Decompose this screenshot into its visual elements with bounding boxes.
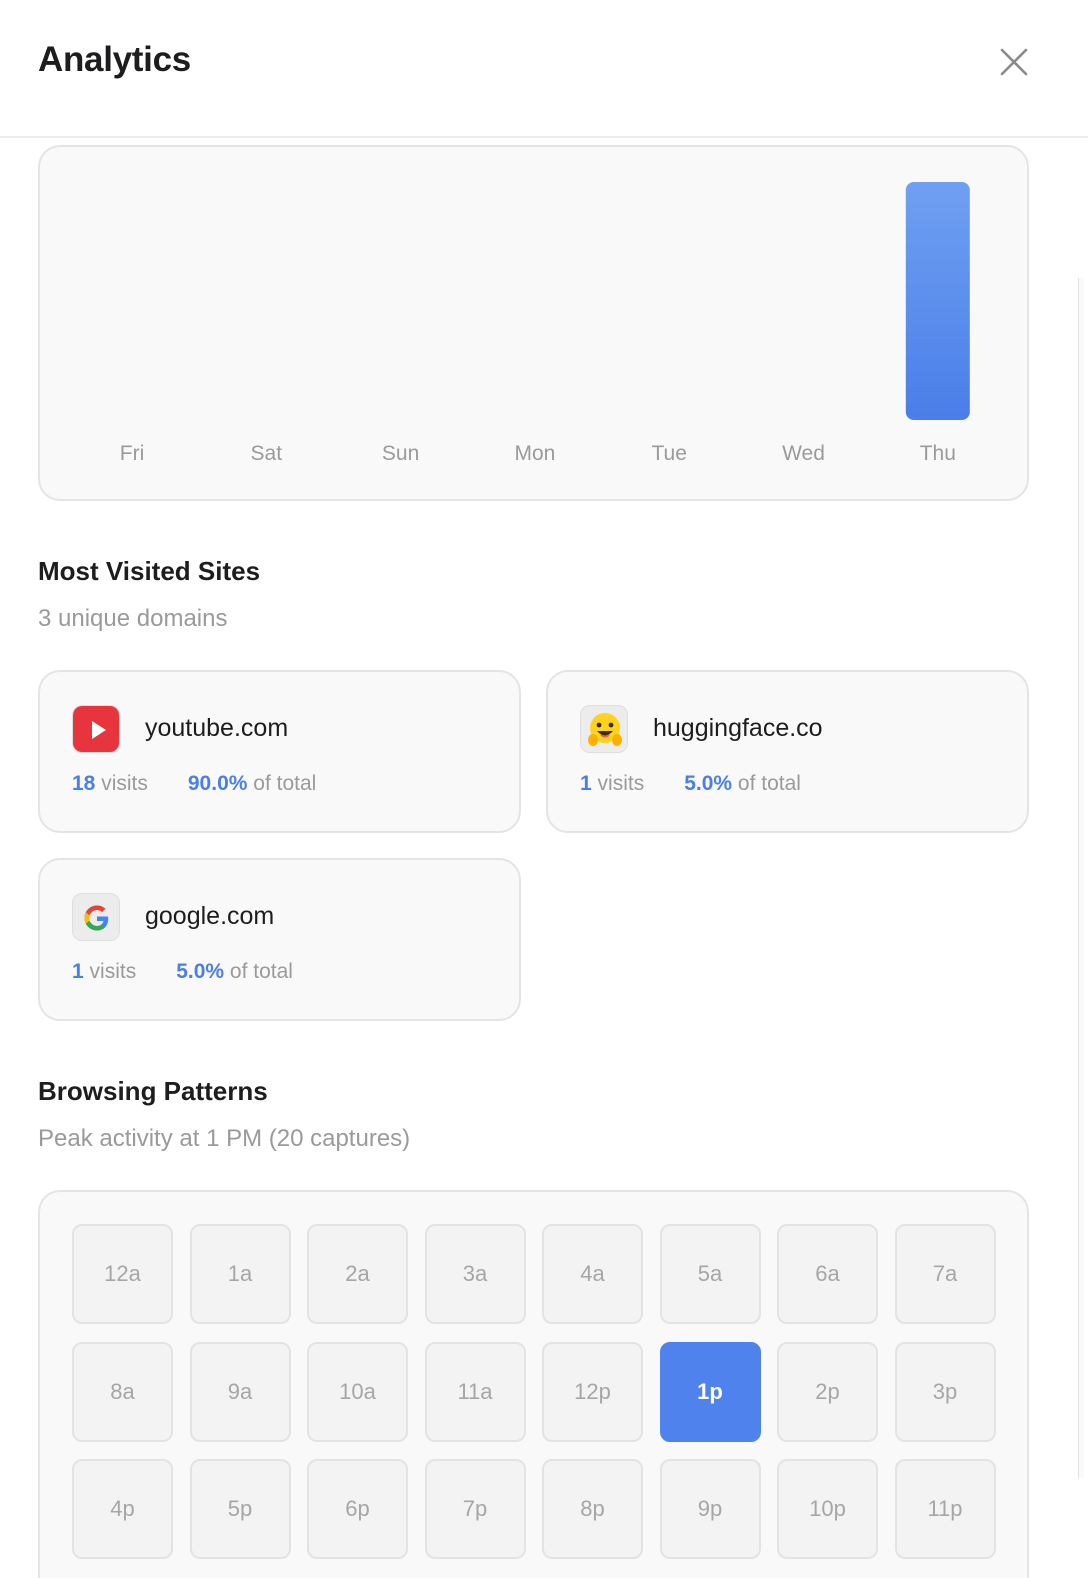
- site-card-huggingface[interactable]: huggingface.co 1 visits 5.0% of total: [546, 670, 1029, 833]
- hour-cell-5p[interactable]: 5p: [189, 1459, 291, 1559]
- hourly-activity-grid: 12a 1a 2a 3a 4a 5a 6a 7a 8a 9a 10a 11a 12p 1p 2p 3p 4p 5p…: [38, 1190, 1029, 1578]
- hour-cell-10p[interactable]: 10p: [777, 1459, 878, 1559]
- page-title: Analytics: [38, 40, 191, 79]
- visits-label: visits: [597, 772, 645, 795]
- hour-cell-2p[interactable]: 2p: [777, 1341, 878, 1442]
- hour-cell-4a[interactable]: 4a: [542, 1224, 643, 1324]
- chart-label-thu: Thu: [920, 442, 956, 465]
- most-visited-subtitle: 3 unique domains: [38, 605, 228, 632]
- hour-cell-3p[interactable]: 3p: [894, 1341, 996, 1442]
- hour-cell-12a[interactable]: 12a: [72, 1224, 173, 1324]
- hour-cell-7a[interactable]: 7a: [894, 1224, 996, 1324]
- visits-label: visits: [89, 960, 137, 983]
- hour-cell-3a[interactable]: 3a: [424, 1224, 526, 1324]
- hour-cell-10a[interactable]: 10a: [307, 1341, 408, 1442]
- site-card-google[interactable]: google.com 1 visits 5.0% of total: [38, 858, 521, 1021]
- site-card-youtube[interactable]: youtube.com 18 visits 90.0% of total: [38, 670, 521, 833]
- browsing-patterns-title: Browsing Patterns: [38, 1076, 268, 1106]
- hour-cell-6a[interactable]: 6a: [777, 1224, 878, 1324]
- visit-percent: 5.0%: [176, 960, 225, 983]
- chart-label-sat: Sat: [251, 442, 283, 465]
- visit-count: 18: [72, 772, 96, 795]
- most-visited-title: Most Visited Sites: [38, 556, 261, 586]
- visit-percent: 90.0%: [187, 772, 248, 795]
- chart-bar-thu: [905, 182, 970, 420]
- visit-percent: 5.0%: [684, 772, 733, 795]
- site-stats: 1 visits 5.0% of total: [580, 772, 801, 796]
- hour-cell-1p[interactable]: 1p: [659, 1341, 761, 1442]
- hour-cell-5a[interactable]: 5a: [659, 1224, 761, 1324]
- site-stats: 18 visits 90.0% of total: [72, 772, 316, 796]
- hour-cell-11p[interactable]: 11p: [894, 1459, 996, 1559]
- bar-chart: Fri Sat Sun Mon Tue Wed Thu: [120, 182, 970, 465]
- daily-activity-chart: Fri Sat Sun Mon Tue Wed Thu: [38, 145, 1029, 501]
- site-domain: google.com: [145, 902, 275, 930]
- hour-cell-7p[interactable]: 7p: [424, 1459, 526, 1559]
- chart-label-wed: Wed: [782, 442, 825, 465]
- visit-count: 1: [72, 960, 84, 983]
- youtube-icon: [72, 705, 120, 753]
- hour-cell-9p[interactable]: 9p: [659, 1459, 761, 1559]
- hour-cell-12p[interactable]: 12p: [542, 1341, 643, 1442]
- percent-label: of total: [253, 772, 317, 795]
- hour-cell-4p[interactable]: 4p: [72, 1459, 173, 1559]
- hour-cell-11a[interactable]: 11a: [424, 1341, 526, 1442]
- close-button[interactable]: [996, 44, 1032, 80]
- close-icon: [1000, 48, 1028, 76]
- site-domain: huggingface.co: [653, 714, 823, 742]
- chart-label-sun: Sun: [382, 442, 419, 465]
- hour-cell-6p[interactable]: 6p: [307, 1459, 408, 1559]
- hour-cell-2a[interactable]: 2a: [307, 1224, 408, 1324]
- percent-label: of total: [229, 960, 293, 983]
- chart-label-tue: Tue: [651, 442, 686, 465]
- site-stats: 1 visits 5.0% of total: [72, 960, 293, 984]
- huggingface-icon: [580, 705, 628, 753]
- visits-label: visits: [101, 772, 148, 795]
- site-domain: youtube.com: [145, 714, 289, 742]
- dialog-header: Analytics: [0, 0, 1088, 138]
- chart-label-mon: Mon: [514, 442, 555, 465]
- scrollbar[interactable]: [1078, 278, 1084, 1478]
- visit-count: 1: [580, 772, 592, 795]
- google-icon: [72, 893, 120, 941]
- hour-cell-8a[interactable]: 8a: [72, 1341, 173, 1442]
- chart-label-fri: Fri: [120, 442, 145, 465]
- hour-cell-1a[interactable]: 1a: [189, 1224, 291, 1324]
- hour-cell-9a[interactable]: 9a: [189, 1341, 291, 1442]
- hour-cell-8p[interactable]: 8p: [542, 1459, 643, 1559]
- browsing-patterns-subtitle: Peak activity at 1 PM (20 captures): [38, 1125, 411, 1152]
- percent-label: of total: [737, 772, 801, 795]
